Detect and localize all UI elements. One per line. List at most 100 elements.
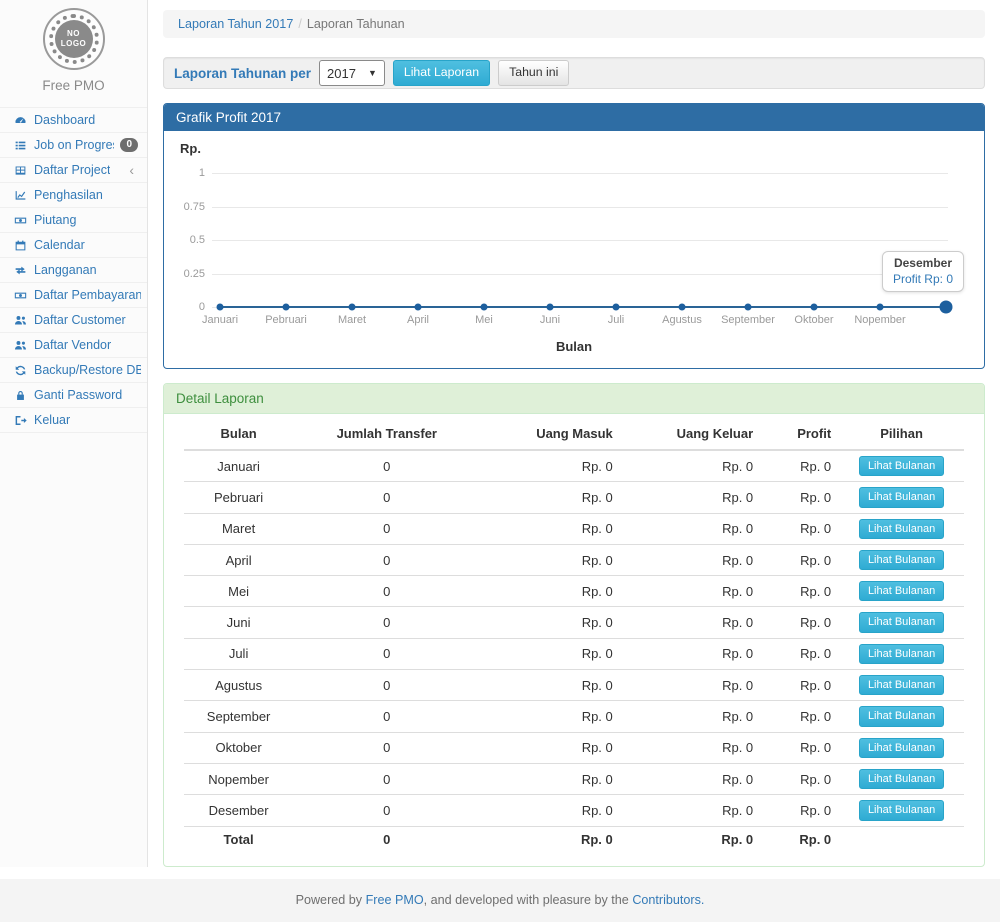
chart-x-tick-label: Nopember xyxy=(854,314,905,326)
sidebar-item-backup-restore-db[interactable]: Backup/Restore DB xyxy=(0,358,147,383)
chart-x-tick-label: Pebruari xyxy=(265,314,307,326)
cell-action: Lihat Bulanan xyxy=(839,544,964,575)
data-point-agustus[interactable] xyxy=(678,304,685,311)
cell-action: Lihat Bulanan xyxy=(839,576,964,607)
cell-masuk: Rp. 0 xyxy=(480,670,620,701)
cell-transfer: 0 xyxy=(293,670,480,701)
cell-action: Lihat Bulanan xyxy=(839,732,964,763)
lihat-bulanan-button[interactable]: Lihat Bulanan xyxy=(859,550,944,570)
lihat-bulanan-button[interactable]: Lihat Bulanan xyxy=(859,769,944,789)
lihat-bulanan-button[interactable]: Lihat Bulanan xyxy=(859,581,944,601)
sidebar-item-daftar-customer[interactable]: Daftar Customer xyxy=(0,308,147,333)
chart-gridline xyxy=(212,173,948,174)
cell-keluar: Rp. 0 xyxy=(621,670,761,701)
table-row-maret: Maret0Rp. 0Rp. 0Rp. 0Lihat Bulanan xyxy=(184,513,964,544)
data-point-oktober[interactable] xyxy=(811,304,818,311)
table-total-row: Total0Rp. 0Rp. 0Rp. 0 xyxy=(184,826,964,852)
column-header-jumlah-transfer: Jumlah Transfer xyxy=(293,418,480,450)
sidebar-item-daftar-pembayaran[interactable]: Daftar Pembayaran xyxy=(0,283,147,308)
table-row-mei: Mei0Rp. 0Rp. 0Rp. 0Lihat Bulanan xyxy=(184,576,964,607)
total-transfer: 0 xyxy=(293,826,480,852)
cell-month: September xyxy=(184,701,293,732)
chart-x-tick-label: Juli xyxy=(608,314,625,326)
data-point-juli[interactable] xyxy=(613,304,620,311)
sidebar-item-langganan[interactable]: Langganan xyxy=(0,258,147,283)
chart-x-tick-label: Mei xyxy=(475,314,493,326)
lihat-bulanan-button[interactable]: Lihat Bulanan xyxy=(859,800,944,820)
data-point-desember[interactable] xyxy=(940,301,953,314)
lihat-bulanan-button[interactable]: Lihat Bulanan xyxy=(859,456,944,476)
data-point-juni[interactable] xyxy=(547,304,554,311)
lihat-bulanan-button[interactable]: Lihat Bulanan xyxy=(859,487,944,507)
cell-keluar: Rp. 0 xyxy=(621,701,761,732)
cell-transfer: 0 xyxy=(293,450,480,482)
breadcrumb-current: Laporan Tahunan xyxy=(307,17,405,31)
column-header-uang-masuk: Uang Masuk xyxy=(480,418,620,450)
data-point-pebruari[interactable] xyxy=(283,304,290,311)
total-month: Total xyxy=(184,826,293,852)
sidebar-item-piutang[interactable]: Piutang xyxy=(0,208,147,233)
cell-masuk: Rp. 0 xyxy=(480,638,620,669)
cell-transfer: 0 xyxy=(293,607,480,638)
lihat-bulanan-button[interactable]: Lihat Bulanan xyxy=(859,644,944,664)
data-point-september[interactable] xyxy=(745,304,752,311)
cell-action: Lihat Bulanan xyxy=(839,482,964,513)
sidebar-item-dashboard[interactable]: Dashboard xyxy=(0,108,147,133)
total-profit: Rp. 0 xyxy=(761,826,839,852)
cell-action: Lihat Bulanan xyxy=(839,638,964,669)
data-point-april[interactable] xyxy=(415,304,422,311)
chart-x-axis-title: Bulan xyxy=(178,339,970,358)
sidebar-item-label: Daftar Customer xyxy=(34,313,126,327)
cell-month: Agustus xyxy=(184,670,293,701)
cell-profit: Rp. 0 xyxy=(761,544,839,575)
refresh-icon xyxy=(13,364,28,377)
lihat-bulanan-button[interactable]: Lihat Bulanan xyxy=(859,612,944,632)
data-point-mei[interactable] xyxy=(481,304,488,311)
detail-panel-title: Detail Laporan xyxy=(164,384,984,414)
breadcrumb-link-laporan-tahun[interactable]: Laporan Tahun 2017 xyxy=(178,17,293,31)
chart-tooltip: DesemberProfit Rp: 0 xyxy=(882,251,964,292)
data-point-nopember[interactable] xyxy=(877,304,884,311)
lihat-laporan-button[interactable]: Lihat Laporan xyxy=(393,60,490,86)
cell-profit: Rp. 0 xyxy=(761,450,839,482)
sidebar-item-job-on-progress[interactable]: Job on Progress0 xyxy=(0,133,147,158)
money-icon xyxy=(13,289,28,302)
sidebar-item-keluar[interactable]: Keluar xyxy=(0,408,147,433)
cell-month: Nopember xyxy=(184,763,293,794)
cell-keluar: Rp. 0 xyxy=(621,607,761,638)
footer-link-contributors[interactable]: Contributors. xyxy=(632,893,704,907)
footer-link-free-pmo[interactable]: Free PMO xyxy=(366,893,424,907)
cell-transfer: 0 xyxy=(293,763,480,794)
sidebar-item-calendar[interactable]: Calendar xyxy=(0,233,147,258)
data-point-januari[interactable] xyxy=(217,304,224,311)
chart-y-tick-label: 0 xyxy=(199,301,205,313)
lihat-bulanan-button[interactable]: Lihat Bulanan xyxy=(859,706,944,726)
sidebar-item-ganti-password[interactable]: Ganti Password xyxy=(0,383,147,408)
cell-action: Lihat Bulanan xyxy=(839,670,964,701)
sidebar-item-label: Ganti Password xyxy=(34,388,122,402)
chart-x-tick-label: Agustus xyxy=(662,314,702,326)
cell-action: Lihat Bulanan xyxy=(839,701,964,732)
sidebar-item-daftar-project[interactable]: Daftar Project‹ xyxy=(0,158,147,183)
cell-masuk: Rp. 0 xyxy=(480,544,620,575)
chart-gridline xyxy=(212,207,948,208)
cell-transfer: 0 xyxy=(293,638,480,669)
chart-x-tick-label: April xyxy=(407,314,429,326)
tahun-ini-button[interactable]: Tahun ini xyxy=(498,60,569,86)
cell-masuk: Rp. 0 xyxy=(480,795,620,826)
lihat-bulanan-button[interactable]: Lihat Bulanan xyxy=(859,519,944,539)
sidebar-item-penghasilan[interactable]: Penghasilan xyxy=(0,183,147,208)
year-select[interactable]: 2017 ▼ xyxy=(319,60,385,86)
chart-y-axis-title: Rp. xyxy=(180,141,970,156)
cell-action: Lihat Bulanan xyxy=(839,763,964,794)
sidebar-item-daftar-vendor[interactable]: Daftar Vendor xyxy=(0,333,147,358)
chart-tooltip-value: Profit Rp: 0 xyxy=(893,272,953,286)
lihat-bulanan-button[interactable]: Lihat Bulanan xyxy=(859,675,944,695)
chart-x-tick-label: Oktober xyxy=(794,314,833,326)
cell-action: Lihat Bulanan xyxy=(839,795,964,826)
data-point-maret[interactable] xyxy=(349,304,356,311)
table-header-row: BulanJumlah TransferUang MasukUang Kelua… xyxy=(184,418,964,450)
detail-report-panel: Detail Laporan BulanJumlah TransferUang … xyxy=(163,383,985,867)
cell-month: Mei xyxy=(184,576,293,607)
lihat-bulanan-button[interactable]: Lihat Bulanan xyxy=(859,738,944,758)
